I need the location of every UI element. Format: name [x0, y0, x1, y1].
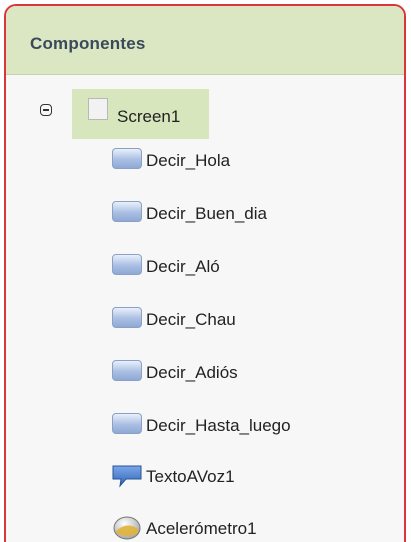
tree-item-label: Decir_Aló [146, 257, 220, 276]
button-icon [112, 254, 142, 275]
tree-item-label: Acelerómetro1 [146, 519, 257, 538]
tree-item-decir-alo[interactable]: Decir_Aló [112, 252, 392, 282]
button-icon [112, 360, 142, 381]
tree-item-textoavoz1[interactable]: TextoAVoz1 [112, 462, 392, 492]
tree-item-label: Screen1 [117, 107, 181, 126]
button-icon [112, 413, 142, 434]
tree-item-decir-chau[interactable]: Decir_Chau [112, 305, 392, 335]
panel-header: Componentes [6, 6, 404, 75]
accelerometer-icon [113, 516, 141, 540]
tree-item-label: Decir_Buen_dia [146, 204, 267, 223]
tree-item-decir-adios[interactable]: Decir_Adiós [112, 358, 392, 388]
components-panel: Componentes Screen1 Decir_Hola Decir_Bue… [4, 4, 406, 542]
tree-item-screen1[interactable]: Screen1 [72, 89, 209, 139]
tree-item-acelerometro1[interactable]: Acelerómetro1 [112, 514, 392, 542]
panel-title: Componentes [30, 34, 146, 53]
tree-item-decir-buen-dia[interactable]: Decir_Buen_dia [112, 199, 392, 229]
tree-item-decir-hola[interactable]: Decir_Hola [112, 146, 392, 176]
tree-item-label: Decir_Hola [146, 151, 231, 170]
tree-item-label: Decir_Hasta_luego [146, 416, 291, 435]
tree-item-label: Decir_Adiós [146, 363, 238, 382]
collapse-toggle-icon[interactable] [40, 104, 52, 116]
tree-item-decir-hasta-luego[interactable]: Decir_Hasta_luego [112, 411, 392, 441]
text-to-speech-icon [112, 465, 142, 488]
screen-icon [88, 98, 108, 120]
tree-item-label: TextoAVoz1 [146, 467, 235, 486]
button-icon [112, 201, 142, 222]
button-icon [112, 148, 142, 169]
tree-item-label: Decir_Chau [146, 310, 236, 329]
button-icon [112, 307, 142, 328]
